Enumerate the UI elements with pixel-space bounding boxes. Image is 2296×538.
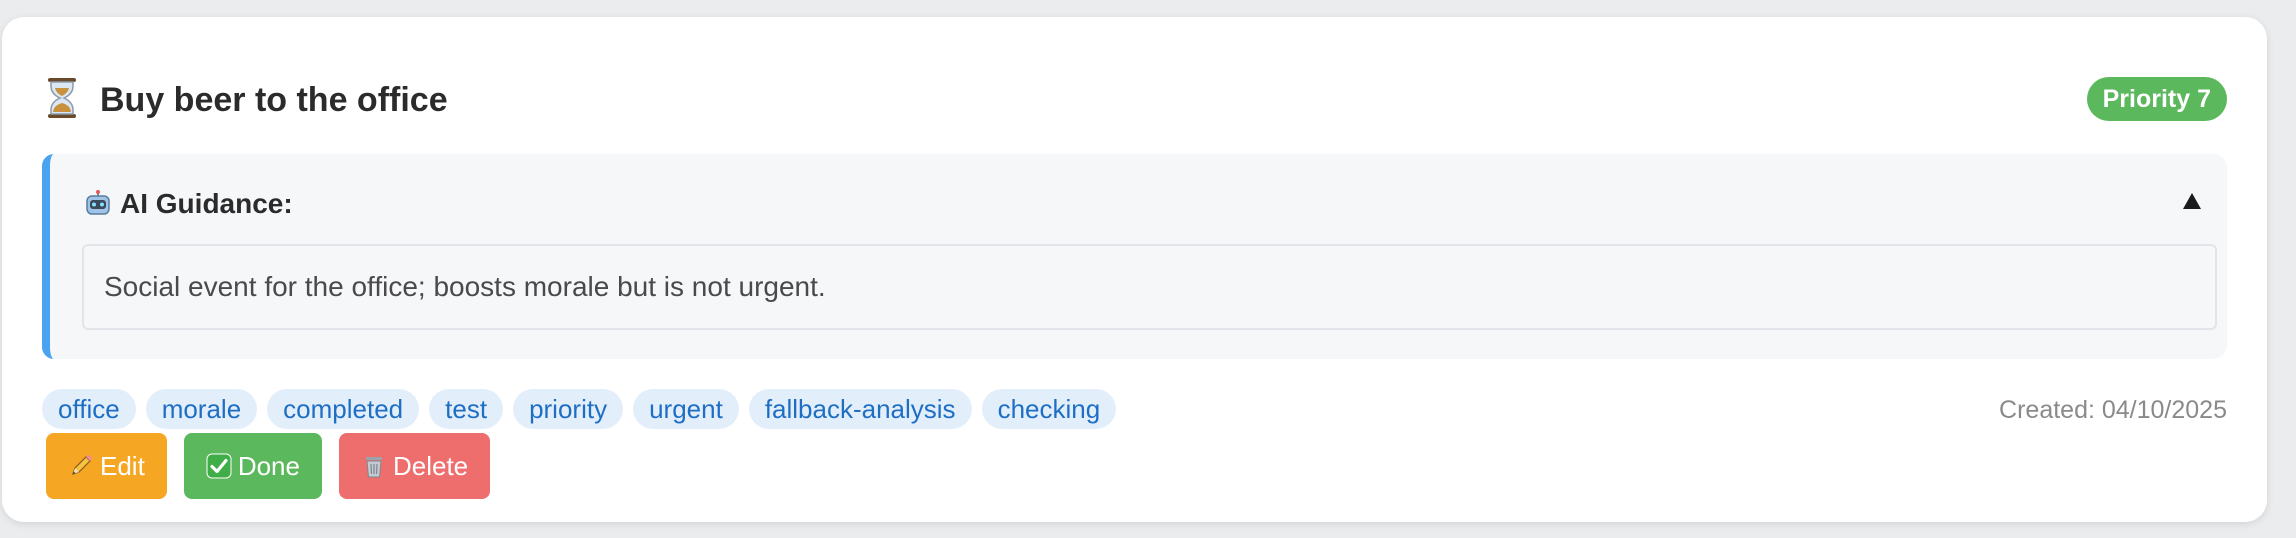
tag[interactable]: priority bbox=[513, 389, 624, 429]
tag[interactable]: completed bbox=[267, 389, 420, 429]
delete-label: Delete bbox=[392, 451, 469, 481]
done-label: Done bbox=[237, 451, 300, 481]
trash-icon bbox=[365, 457, 382, 478]
task-actions: Edit Done Delete bbox=[46, 433, 491, 499]
tag[interactable]: morale bbox=[145, 389, 258, 429]
task-card: Buy beer to the office Priority 7 AI Gui… bbox=[2, 17, 2267, 522]
ai-guidance-text: Social event for the office; boosts mora… bbox=[82, 244, 2217, 330]
ai-guidance-title: AI Guidance: bbox=[120, 188, 293, 219]
collapse-toggle-icon[interactable] bbox=[2181, 190, 2203, 212]
done-button[interactable]: Done bbox=[183, 433, 322, 499]
delete-button[interactable]: Delete bbox=[338, 433, 491, 499]
pencil-icon bbox=[72, 455, 92, 475]
ai-guidance-header: AI Guidance: bbox=[84, 186, 293, 222]
edit-button[interactable]: Edit bbox=[46, 433, 167, 499]
edit-label: Edit bbox=[100, 451, 145, 481]
tag[interactable]: checking bbox=[981, 389, 1117, 429]
created-date: Created: 04/10/2025 bbox=[1999, 396, 2227, 424]
ai-guidance-panel: AI Guidance: Social event for the office… bbox=[42, 154, 2227, 359]
task-title: Buy beer to the office bbox=[100, 81, 448, 119]
hourglass-icon bbox=[48, 78, 76, 118]
tag[interactable]: test bbox=[429, 389, 504, 429]
tag[interactable]: urgent bbox=[633, 389, 739, 429]
tag[interactable]: fallback-analysis bbox=[748, 389, 972, 429]
robot-icon bbox=[86, 190, 110, 215]
task-header: Buy beer to the office Priority 7 bbox=[42, 77, 2227, 127]
check-box-icon bbox=[206, 453, 232, 479]
tag[interactable]: office bbox=[42, 389, 136, 429]
priority-badge: Priority 7 bbox=[2086, 77, 2227, 121]
tag-list: office morale completed test priority ur… bbox=[42, 389, 1117, 429]
